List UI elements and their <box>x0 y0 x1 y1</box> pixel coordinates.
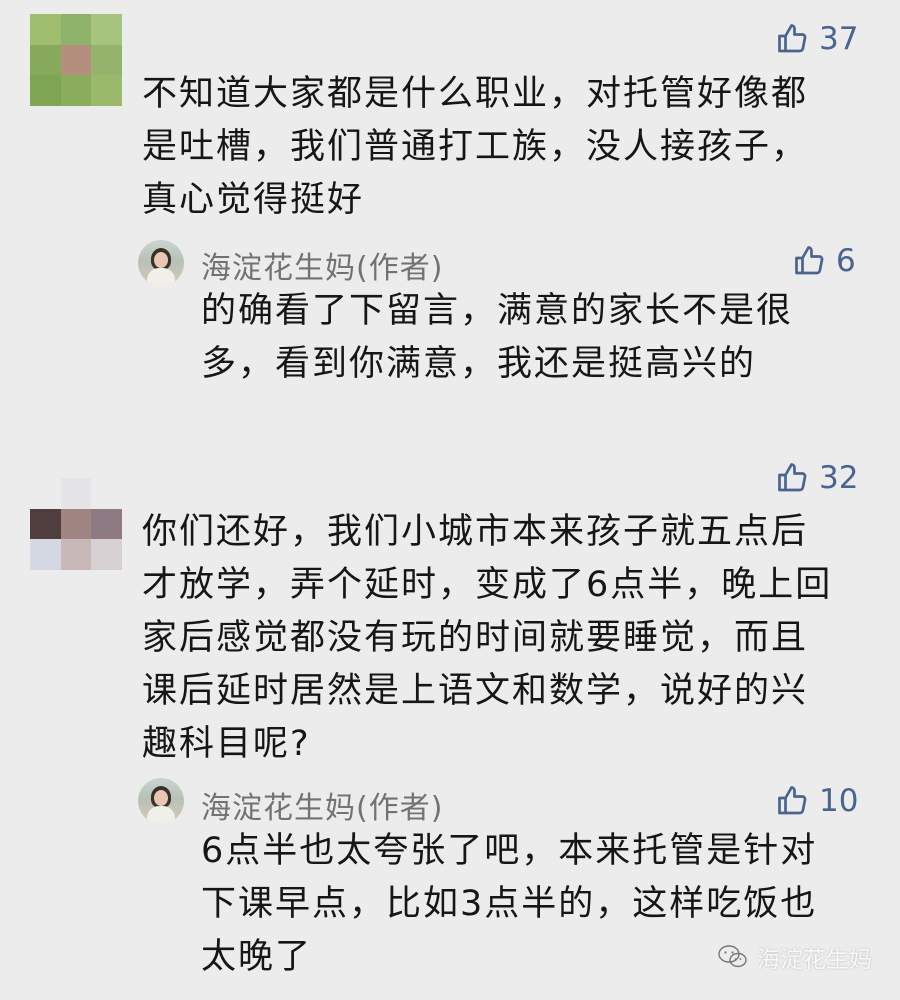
thumbs-up-icon <box>778 463 807 492</box>
wechat-watermark: 海淀花生妈 <box>717 940 872 974</box>
thumbs-up-icon <box>778 786 807 815</box>
reply-author-name[interactable]: 海淀花生妈(作者) <box>201 243 443 287</box>
reply-like-count: 10 <box>819 783 859 819</box>
thumbs-up-icon <box>778 24 807 53</box>
like-button[interactable]: 32 <box>775 460 858 496</box>
reply-like-count: 6 <box>836 243 856 279</box>
like-count: 37 <box>819 21 859 57</box>
thumbs-up-icon <box>795 246 824 275</box>
comment-1: 37 不知道大家都是什么职业，对托管好像都 是吐槽，我们普通打工族，没人接孩子，… <box>0 0 900 420</box>
wechat-icon <box>718 945 747 968</box>
reply-like-button[interactable]: 6 <box>792 243 856 279</box>
reply-text: 的确看了下留言，满意的家长不是很 多，看到你满意，我还是挺高兴的 <box>201 291 794 384</box>
user-avatar-blurred[interactable] <box>30 14 122 106</box>
comment-text: 你们还好，我们小城市本来孩子就五点后 才放学，弄个延时，变成了6点半，晚上回 家… <box>142 512 833 764</box>
watermark-text: 海淀花生妈 <box>757 947 872 973</box>
reply-author-name[interactable]: 海淀花生妈(作者) <box>201 783 443 827</box>
reply-like-button[interactable]: 10 <box>775 783 858 819</box>
comment-text: 不知道大家都是什么职业，对托管好像都 是吐槽，我们普通打工族，没人接孩子， 真心… <box>142 74 809 220</box>
like-button[interactable]: 37 <box>775 21 858 57</box>
user-avatar-blurred[interactable] <box>30 478 122 570</box>
author-avatar[interactable] <box>138 778 184 824</box>
like-count: 32 <box>819 460 859 496</box>
author-avatar[interactable] <box>138 240 184 286</box>
comment-2: 32 你们还好，我们小城市本来孩子就五点后 才放学，弄个延时，变成了6点半，晚上… <box>0 420 900 1000</box>
